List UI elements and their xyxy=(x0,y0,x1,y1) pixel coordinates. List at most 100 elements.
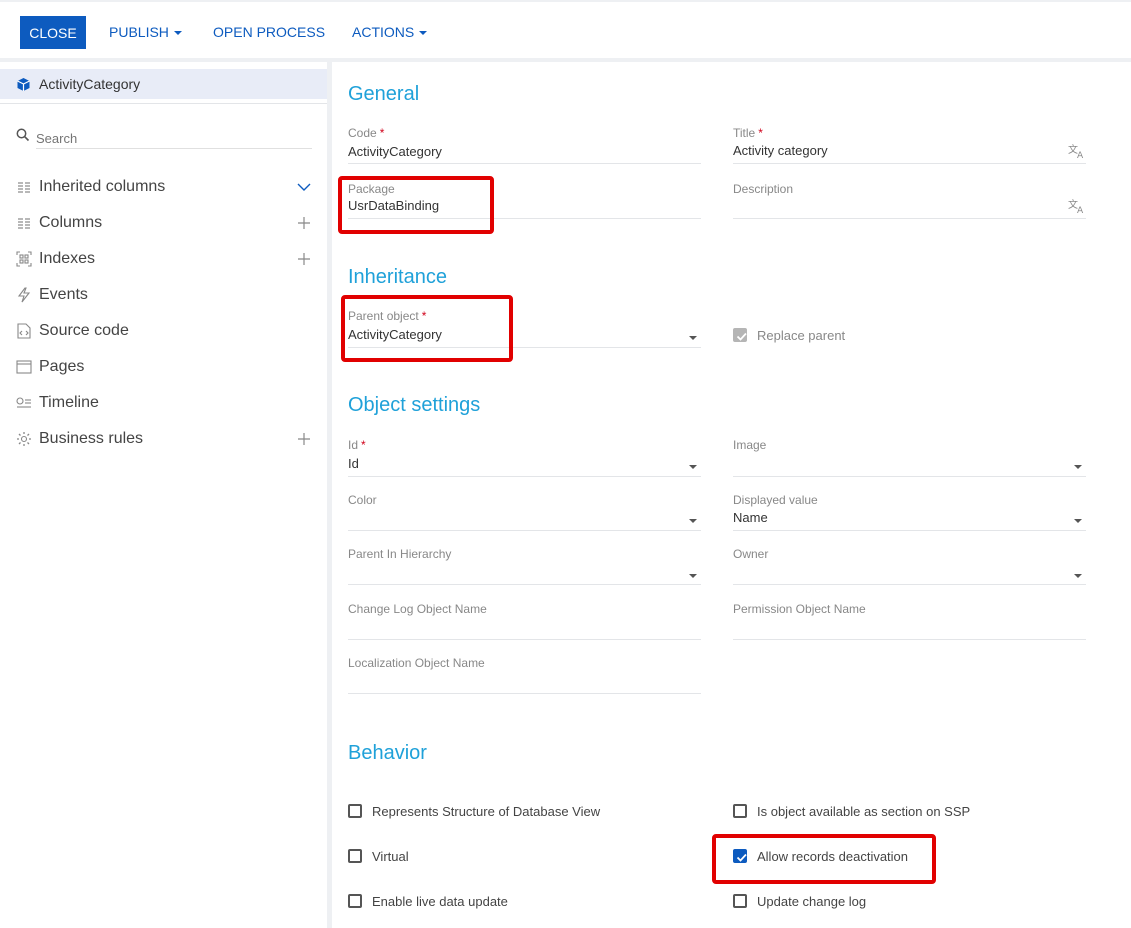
sidebar-item-indexes[interactable]: Indexes xyxy=(0,244,327,274)
svg-text:A: A xyxy=(1077,206,1084,214)
publish-button[interactable]: PUBLISH xyxy=(109,16,182,49)
dropdown-caret-icon[interactable] xyxy=(1074,465,1082,469)
field-underline xyxy=(733,163,1086,164)
id-label-text: Id xyxy=(348,438,359,452)
open-process-button[interactable]: OPEN PROCESS xyxy=(213,16,325,49)
sidebar-item-business-rules[interactable]: Business rules xyxy=(0,424,327,454)
dropdown-caret-icon[interactable] xyxy=(689,574,697,578)
plus-icon[interactable] xyxy=(296,215,312,231)
sidebar-item-columns[interactable]: Columns xyxy=(0,208,327,238)
actions-label: ACTIONS xyxy=(352,24,415,40)
change-log-label: Change Log Object Name xyxy=(348,602,487,616)
section-title-object-settings: Object settings xyxy=(348,394,481,416)
close-button[interactable]: CLOSE xyxy=(20,16,86,49)
dropdown-caret-icon[interactable] xyxy=(689,336,697,340)
sidebar-item-label: Pages xyxy=(39,358,85,375)
search-input[interactable] xyxy=(36,128,312,149)
virtual-checkbox[interactable] xyxy=(348,849,362,863)
plus-icon[interactable] xyxy=(296,251,312,267)
field-underline xyxy=(348,476,701,477)
represents-db-view-checkbox[interactable] xyxy=(348,804,362,818)
image-label: Image xyxy=(733,438,767,452)
highlight-package xyxy=(338,176,494,234)
lightning-icon xyxy=(16,287,32,303)
owner-field[interactable] xyxy=(733,584,1086,585)
parent-hierarchy-label: Parent In Hierarchy xyxy=(348,547,452,561)
section-title-general: General xyxy=(348,83,420,105)
virtual-label: Virtual xyxy=(372,849,409,864)
translate-icon[interactable]: 文A xyxy=(1068,198,1086,216)
id-label: Id * xyxy=(348,438,366,452)
required-marker: * xyxy=(758,126,763,140)
sidebar-item-label: Business rules xyxy=(39,430,144,447)
code-label-text: Code xyxy=(348,126,377,140)
update-change-log-checkbox[interactable] xyxy=(733,894,747,908)
description-label: Description xyxy=(733,182,794,196)
cube-icon xyxy=(16,77,31,92)
code-label: Code * xyxy=(348,126,384,140)
actions-button[interactable]: ACTIONS xyxy=(352,16,428,49)
sidebar-item-label: Source code xyxy=(39,322,129,339)
represents-db-view-label: Represents Structure of Database View xyxy=(372,804,601,819)
gear-icon xyxy=(16,431,32,447)
displayed-value-field[interactable]: Name xyxy=(733,510,768,525)
required-marker: * xyxy=(361,438,366,452)
plus-icon[interactable] xyxy=(296,431,312,447)
localization-object-field[interactable] xyxy=(348,693,701,694)
sidebar-item-pages[interactable]: Pages xyxy=(0,352,327,382)
dropdown-caret-icon[interactable] xyxy=(1074,519,1082,523)
sidebar-item-label: Columns xyxy=(39,214,103,231)
required-marker: * xyxy=(379,126,385,140)
permission-object-field[interactable] xyxy=(733,639,1086,640)
sidebar-item-source-code[interactable]: Source code xyxy=(0,316,327,346)
highlight-parent-object xyxy=(341,295,513,362)
dropdown-caret-icon[interactable] xyxy=(689,465,697,469)
highlight-allow-deactivation xyxy=(712,834,936,884)
displayed-value-label: Displayed value xyxy=(733,493,818,507)
section-title-behavior: Behavior xyxy=(348,742,427,764)
update-change-log-label: Update change log xyxy=(757,894,867,909)
sidebar-item-events[interactable]: Events xyxy=(0,280,327,310)
columns-icon xyxy=(16,179,32,195)
replace-parent-checkbox[interactable] xyxy=(733,328,747,342)
available-ssp-checkbox[interactable] xyxy=(733,804,747,818)
sidebar-item-label: Indexes xyxy=(39,250,96,267)
search-icon xyxy=(16,128,30,147)
change-log-field[interactable] xyxy=(348,639,701,640)
color-label: Color xyxy=(348,493,377,507)
object-item[interactable]: ActivityCategory xyxy=(0,69,327,99)
sidebar-item-label: Inherited columns xyxy=(39,178,166,195)
code-field[interactable]: ActivityCategory xyxy=(348,144,442,159)
section-title-inheritance: Inheritance xyxy=(348,266,447,288)
source-code-icon xyxy=(16,323,32,339)
replace-parent-label: Replace parent xyxy=(757,328,846,343)
title-field[interactable]: Activity category xyxy=(733,143,828,158)
available-ssp-label: Is object available as section on SSP xyxy=(757,804,971,819)
object-name: ActivityCategory xyxy=(39,76,141,92)
localization-object-label: Localization Object Name xyxy=(348,656,485,670)
sidebar-item-timeline[interactable]: Timeline xyxy=(0,388,327,418)
sidebar-item-inherited-columns[interactable]: Inherited columns xyxy=(0,172,327,202)
live-update-checkbox[interactable] xyxy=(348,894,362,908)
timeline-icon xyxy=(16,395,32,411)
sidebar-item-label: Timeline xyxy=(39,394,99,411)
field-underline xyxy=(733,476,1086,477)
columns-icon xyxy=(16,215,32,231)
field-underline xyxy=(348,163,701,164)
toolbar: CLOSE PUBLISH OPEN PROCESS ACTIONS xyxy=(0,0,1131,58)
live-update-label: Enable live data update xyxy=(372,894,508,909)
id-field[interactable]: Id xyxy=(348,456,359,471)
indexes-icon xyxy=(16,251,32,267)
translate-icon[interactable]: 文A xyxy=(1068,143,1086,161)
field-underline xyxy=(733,218,1086,219)
sidebar-item-label: Events xyxy=(39,286,88,303)
dropdown-caret-icon[interactable] xyxy=(1074,574,1082,578)
dropdown-caret-icon[interactable] xyxy=(689,519,697,523)
page-icon xyxy=(16,359,32,375)
caret-down-icon xyxy=(173,31,182,36)
publish-label: PUBLISH xyxy=(109,24,169,40)
title-label: Title * xyxy=(733,126,763,140)
owner-label: Owner xyxy=(733,547,769,561)
parent-hierarchy-field[interactable] xyxy=(348,584,701,585)
chevron-down-icon[interactable] xyxy=(296,179,312,195)
